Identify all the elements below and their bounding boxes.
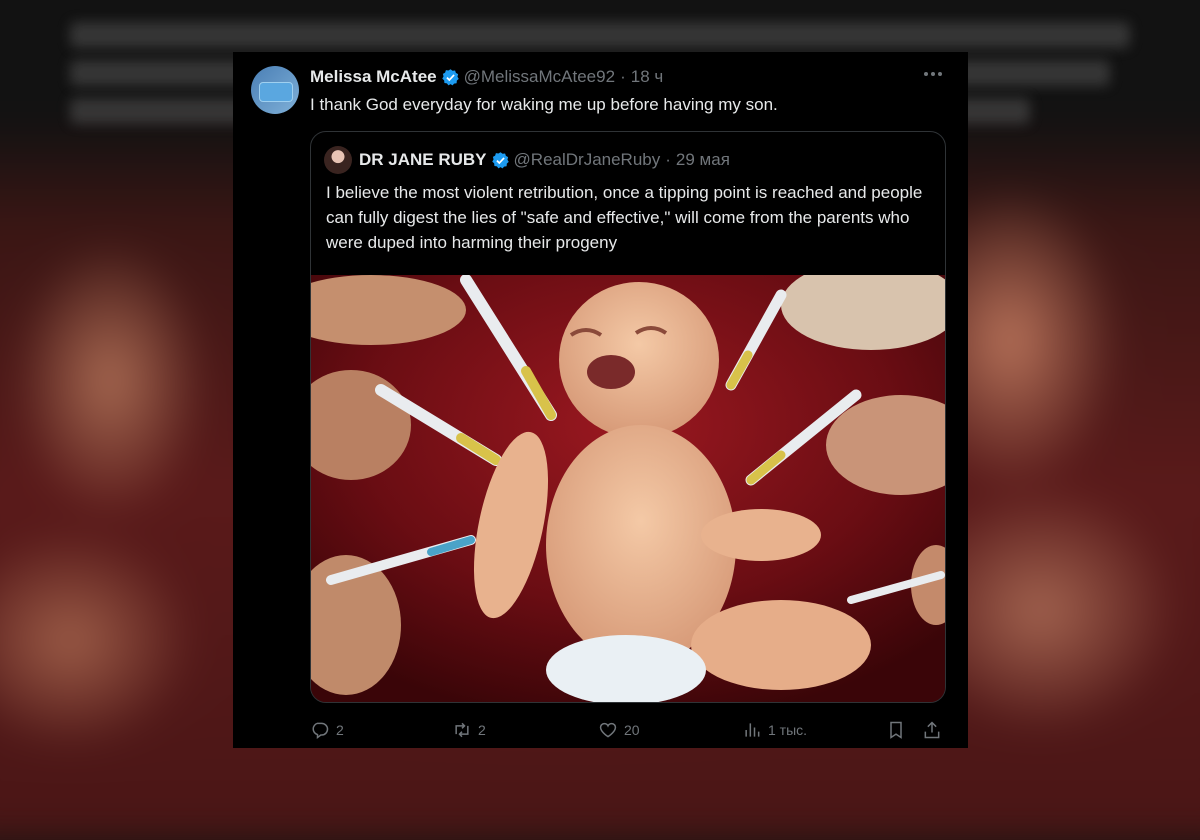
tweet-card[interactable]: Melissa McAtee @MelissaMcAtee92 · 18 ч I…: [233, 52, 968, 748]
quoted-author-name: DR JANE RUBY: [359, 150, 487, 169]
quoted-tweet-text: I believe the most violent retribution, …: [326, 183, 923, 252]
like-icon: [599, 722, 617, 738]
action-bar: 2 2 20 1 тыс.: [310, 718, 950, 742]
views-count: 1 тыс.: [768, 722, 808, 738]
views-button[interactable]: 1 тыс.: [742, 718, 807, 742]
retweet-button[interactable]: 2: [452, 718, 486, 742]
like-button[interactable]: 20: [598, 718, 640, 742]
reply-count: 2: [336, 722, 344, 738]
like-count: 20: [624, 722, 640, 738]
quoted-header-separator: ·: [665, 150, 671, 169]
verified-badge-icon: [441, 68, 459, 85]
share-icon: [924, 721, 940, 739]
author-name[interactable]: Melissa McAtee: [310, 67, 437, 87]
reply-icon: [312, 722, 329, 739]
retweet-count: 2: [478, 722, 486, 738]
quoted-author-handle: @RealDrJaneRuby: [513, 150, 661, 169]
author-avatar[interactable]: [251, 66, 299, 114]
tweet-text: I thank God everyday for waking me up be…: [310, 95, 778, 114]
quoted-tweet-header: DR JANE RUBY @RealDrJaneRuby · 29 мая: [359, 148, 730, 172]
bookmark-button[interactable]: [886, 718, 912, 742]
retweet-icon: [455, 722, 469, 738]
quoted-tweet-image[interactable]: [311, 275, 945, 703]
views-icon: [745, 723, 760, 737]
verified-badge-icon: [491, 151, 509, 168]
quoted-timestamp: 29 мая: [675, 150, 730, 169]
tweet-header: Melissa McAtee @MelissaMcAtee92 · 18 ч: [310, 66, 948, 88]
more-icon[interactable]: [924, 72, 946, 78]
reply-button[interactable]: 2: [310, 718, 344, 742]
quoted-tweet[interactable]: DR JANE RUBY @RealDrJaneRuby · 29 мая I …: [310, 131, 946, 703]
share-button[interactable]: [922, 718, 948, 742]
header-separator: ·: [620, 67, 626, 86]
bookmark-icon: [890, 721, 902, 739]
author-handle[interactable]: @MelissaMcAtee92: [464, 67, 615, 87]
tweet-timestamp[interactable]: 18 ч: [631, 67, 664, 87]
quoted-author-avatar: [324, 146, 352, 174]
